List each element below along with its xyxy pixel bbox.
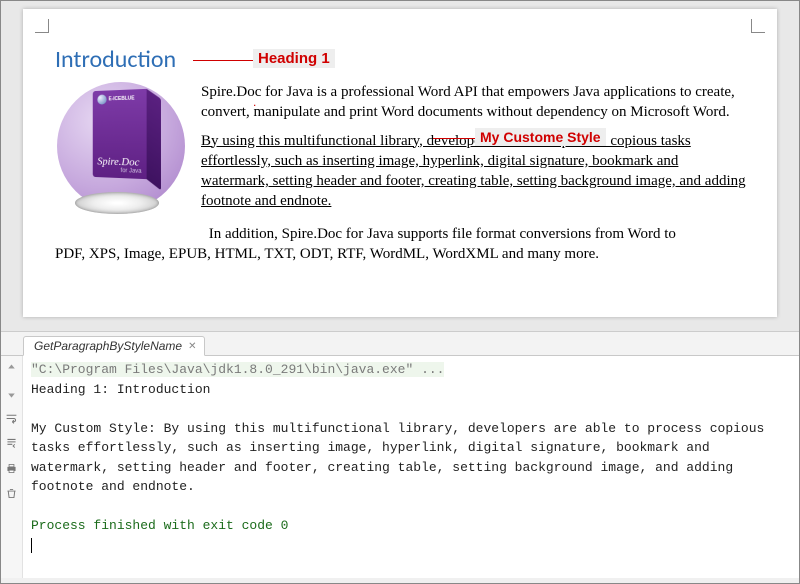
paragraphs: Spire.Doc for Java is a professional Wor… bbox=[201, 82, 749, 220]
heading-row: Introduction Heading 1 . bbox=[55, 45, 749, 74]
annotation-line-heading bbox=[193, 60, 253, 61]
console-row: "C:\Program Files\Java\jdk1.8.0_291\bin\… bbox=[1, 356, 799, 578]
paragraph-2: By using this multifunctional library, d… bbox=[201, 131, 749, 212]
annotation-label-custom: My Custome Style bbox=[475, 128, 606, 147]
product-title: Spire.Doc bbox=[97, 156, 141, 169]
brand-logo: E-ICEBLUE bbox=[97, 93, 141, 104]
annotation-label-heading: Heading 1 bbox=[253, 49, 335, 68]
paragraph-1: Spire.Doc for Java is a professional Wor… bbox=[201, 82, 749, 123]
console-command: "C:\Program Files\Java\jdk1.8.0_291\bin\… bbox=[31, 362, 444, 377]
illustration-circle: E-ICEBLUE Spire.Doc for Java bbox=[57, 82, 185, 210]
paragraph-3-rest: PDF, XPS, Image, EPUB, HTML, TXT, ODT, R… bbox=[55, 246, 599, 262]
paragraph-3-first: In addition, Spire.Doc for Java supports… bbox=[209, 226, 676, 242]
product-subtitle: for Java bbox=[97, 167, 141, 175]
brand-text: E-ICEBLUE bbox=[109, 95, 135, 102]
body-row: E-ICEBLUE Spire.Doc for Java Spire.Doc f… bbox=[51, 82, 749, 220]
disc-icon bbox=[75, 192, 159, 214]
soft-wrap-icon[interactable] bbox=[5, 412, 18, 430]
console-exit-line: Process finished with exit code 0 bbox=[31, 518, 288, 533]
product-illustration: E-ICEBLUE Spire.Doc for Java bbox=[57, 82, 187, 212]
product-box: E-ICEBLUE Spire.Doc for Java bbox=[93, 89, 147, 179]
crop-mark-top-right bbox=[751, 19, 765, 33]
console-gutter bbox=[1, 356, 23, 578]
arrow-down-icon[interactable] bbox=[5, 387, 18, 405]
document-preview-pane: Introduction Heading 1 . E-ICEBLUE bbox=[1, 1, 799, 332]
console-tab[interactable]: GetParagraphByStyleName ✕ bbox=[23, 336, 205, 356]
close-icon[interactable]: ✕ bbox=[188, 341, 196, 352]
console-line-1: Heading 1: Introduction bbox=[31, 382, 210, 397]
console-line-2: My Custom Style: By using this multifunc… bbox=[31, 421, 772, 495]
console-output[interactable]: "C:\Program Files\Java\jdk1.8.0_291\bin\… bbox=[23, 356, 799, 578]
console-tab-label: GetParagraphByStyleName bbox=[34, 339, 182, 353]
print-icon[interactable] bbox=[5, 462, 18, 480]
text-caret bbox=[31, 538, 32, 553]
paragraph-3: In addition, Spire.Doc for Java supports… bbox=[55, 224, 745, 265]
doc-heading: Introduction bbox=[55, 45, 176, 74]
scroll-to-end-icon[interactable] bbox=[5, 437, 18, 455]
trash-icon[interactable] bbox=[5, 487, 18, 505]
ide-pane: GetParagraphByStyleName ✕ "C: bbox=[1, 332, 799, 578]
crop-mark-top-left bbox=[35, 19, 49, 33]
arrow-up-icon[interactable] bbox=[5, 362, 18, 380]
paragraph-2-text: By using this multifunctional library, d… bbox=[201, 133, 746, 210]
console-tab-bar: GetParagraphByStyleName ✕ bbox=[1, 332, 799, 356]
document-page: Introduction Heading 1 . E-ICEBLUE bbox=[23, 9, 777, 317]
logo-dot-icon bbox=[97, 94, 106, 104]
annotation-line-custom bbox=[433, 138, 475, 139]
